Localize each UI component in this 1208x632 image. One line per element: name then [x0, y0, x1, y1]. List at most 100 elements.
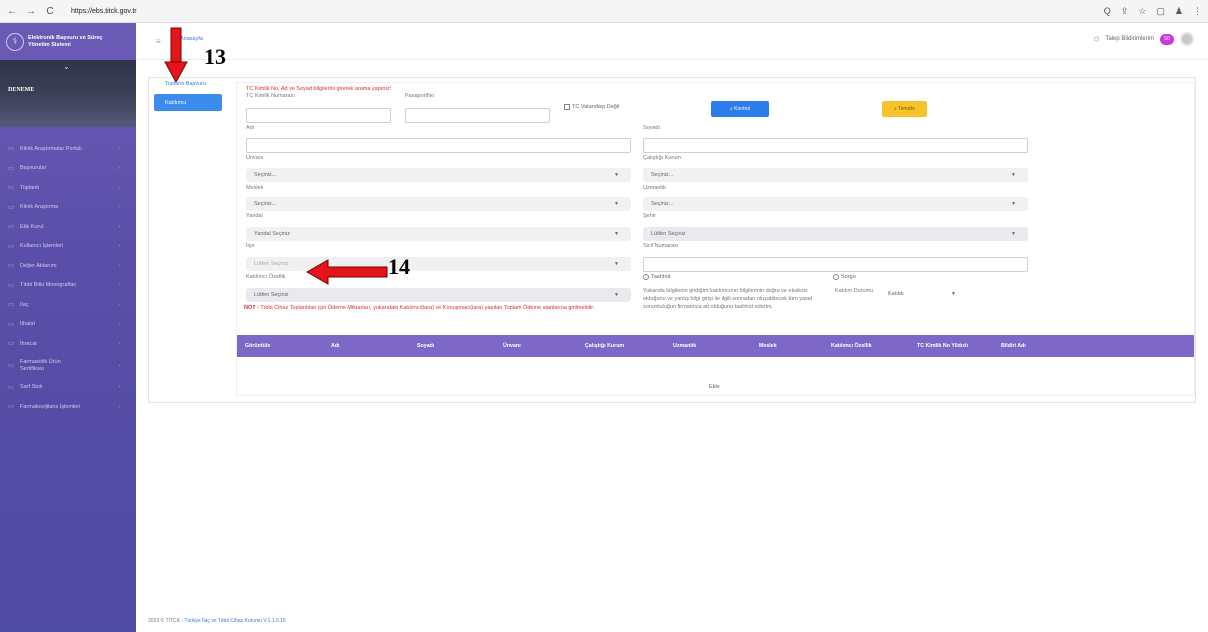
payment-notice: NOT : Tıbbi Cihaz Toplantıları için Ödem… [244, 305, 595, 311]
chevron-right-icon: › [118, 301, 120, 308]
surname-input[interactable] [643, 138, 1028, 153]
query-radio[interactable]: Sorgu [833, 274, 856, 280]
profile-icon[interactable]: ♟ [1175, 6, 1183, 17]
chevron-right-icon: › [118, 262, 120, 269]
folder-icon: ▭ [8, 384, 14, 391]
sidebar-item-ithalat[interactable]: ▭ İthalat › [0, 315, 136, 335]
add-link[interactable]: Ekle [709, 384, 720, 390]
radio-icon [833, 274, 839, 280]
annotation-13: 13 [204, 44, 226, 69]
sidebar-item-farmasotik[interactable]: ▭ Farmasötik Ürün Sertifikası › [0, 354, 136, 378]
registry-label: Sicil Numarası [643, 243, 679, 249]
sidebar-item-deger-aktarimi[interactable]: ▭ Değer Aktarımı › [0, 256, 136, 276]
tc-input[interactable] [246, 108, 391, 123]
commitment-radio[interactable]: Taahhüt [643, 274, 671, 280]
search-warning: TC Kimlik No, Ad ve Soyad bilgilerini gi… [246, 86, 392, 92]
not-citizen-checkbox[interactable]: TC Vatandaşı Değil [564, 104, 619, 110]
col-view: Görüntüle [245, 343, 271, 349]
request-notifications-link[interactable]: Talep Bildirimlerim [1105, 36, 1154, 42]
institution-select[interactable]: Seçiniz... ▼ [643, 168, 1028, 182]
browser-actions: Q ⇪ ☆ ▢ ♟ ⋮ [1104, 6, 1202, 17]
col-surname: Soyadı [417, 343, 435, 349]
reload-icon[interactable]: C [43, 6, 57, 17]
brand-title: Elektronik Başvuru ve Süreç Yönetim Sist… [28, 34, 103, 48]
chevron-right-icon: › [118, 204, 120, 211]
chevron-right-icon: › [118, 184, 120, 191]
sidebar-menu: ▭ Klinik Araştırmalar Portalı › ▭ Başvurula… [0, 139, 136, 417]
back-icon[interactable]: ← [5, 6, 19, 17]
sidebar-item-kullanici[interactable]: ▭ Kullanıcı İşlemleri › [0, 237, 136, 257]
forward-icon[interactable]: → [24, 6, 38, 17]
tab-icon[interactable]: ▢ [1156, 6, 1165, 17]
address-bar[interactable]: https://ebs.titck.gov.tr [71, 8, 137, 15]
sidebar-item-klinik-portal[interactable]: ▭ Klinik Araştırmalar Portalı › [0, 139, 136, 159]
city-label: Şehir [643, 213, 656, 219]
district-select[interactable]: Lütfen Seçiniz ▼ [246, 257, 631, 271]
zoom-icon[interactable]: Q [1104, 6, 1111, 17]
chevron-right-icon: › [118, 243, 120, 250]
tag-icon: ⬡ [1094, 36, 1100, 43]
chevron-right-icon: › [118, 403, 120, 410]
chevron-down-icon[interactable]: ⌄ [63, 62, 70, 71]
clear-button[interactable]: ⌕ Temizle [882, 101, 927, 117]
participation-status-select[interactable]: Katıldı ▼ [880, 287, 968, 301]
folder-icon: ▭ [8, 146, 14, 153]
chevron-right-icon: › [118, 223, 120, 230]
star-icon[interactable]: ☆ [1138, 6, 1146, 17]
brand[interactable]: ⚕ Elektronik Başvuru ve Süreç Yönetim Si… [0, 23, 136, 60]
district-label: İlçe [246, 243, 255, 249]
menu-icon[interactable]: ⋮ [1193, 6, 1202, 17]
sidebar-item-sarf-stok[interactable]: ▭ Sarf Stok › [0, 378, 136, 398]
sidebar-item-klinik-arastirma[interactable]: ▭ Klinik Araştırma › [0, 198, 136, 218]
sidebar-item-farmakovijilans[interactable]: ▭ Farmakovijilans İşlemleri › [0, 397, 136, 417]
folder-icon: ▭ [8, 243, 14, 250]
col-paper-name: Bildiri Adı [1001, 343, 1026, 349]
registry-input[interactable] [643, 257, 1028, 272]
tab-katilimci[interactable]: Katılımcı [154, 94, 222, 111]
col-name: Adı [331, 343, 340, 349]
col-specialty: Uzmanlık [673, 343, 697, 349]
sub-specialty-select[interactable]: Yandal Seçiniz ▼ [246, 227, 631, 241]
sidebar-item-basvurular[interactable]: ▭ Başvurular › [0, 159, 136, 179]
sidebar-item-bitki-monograf[interactable]: ▭ Tıbbi Bitki Monografları › [0, 276, 136, 296]
chevron-right-icon: › [118, 282, 120, 289]
caret-down-icon: ▼ [614, 172, 619, 178]
folder-icon: ▭ [8, 302, 14, 309]
sidebar-item-toplanti[interactable]: ▭ Toplantı › [0, 178, 136, 198]
folder-icon: ▭ [8, 165, 14, 172]
left-arrow-annotation-icon [306, 259, 388, 285]
specialty-label: Uzmanlık [643, 185, 666, 191]
col-participant-feature: Katılımcı Özellik [831, 343, 872, 349]
chevron-right-icon: › [118, 321, 120, 328]
down-arrow-annotation-icon [164, 27, 188, 83]
chevron-right-icon: › [118, 384, 120, 391]
avatar[interactable] [1180, 32, 1194, 46]
sidebar-item-ilac[interactable]: ▭ İlaç › [0, 295, 136, 315]
sidebar-item-ihracat[interactable]: ▭ İhracat › [0, 334, 136, 354]
chevron-right-icon: › [118, 145, 120, 152]
name-input[interactable] [246, 138, 631, 153]
profession-select[interactable]: Seçiniz... ▼ [246, 197, 631, 211]
folder-icon: ▭ [8, 282, 14, 289]
sidebar-item-etik-kurul[interactable]: ▭ Etik Kurul › [0, 217, 136, 237]
control-button[interactable]: ⌕ Kontrol [711, 101, 769, 117]
passport-input[interactable] [405, 108, 550, 123]
specialty-select[interactable]: Seçiniz... ▼ [643, 197, 1028, 211]
caret-down-icon: ▼ [1011, 172, 1016, 178]
browser-toolbar: ← → C https://ebs.titck.gov.tr Q ⇪ ☆ ▢ ♟… [0, 0, 1208, 23]
city-select[interactable]: Lütfen Seçiniz ▼ [643, 227, 1028, 241]
radio-icon [643, 274, 649, 280]
institution-label: Çalıştığı Kurum [643, 155, 681, 161]
share-icon[interactable]: ⇪ [1121, 6, 1129, 17]
caret-down-icon: ▼ [614, 201, 619, 207]
participant-feature-select[interactable]: Lütfen Seçiniz ▼ [246, 288, 631, 302]
caret-down-icon: ▼ [1011, 231, 1016, 237]
folder-icon: ▭ [8, 263, 14, 270]
footer-link[interactable]: Türkiye İlaç ve Tıbbi Cihaz Kurumu V.1.1… [184, 618, 285, 624]
notification-badge[interactable]: 50 [1160, 33, 1174, 45]
annotation-14: 14 [388, 254, 410, 279]
hamburger-menu-icon[interactable]: ≡ [156, 37, 161, 46]
passport-label: PasaportNo [405, 93, 435, 99]
title-select[interactable]: Seçiniz... ▼ [246, 168, 631, 182]
header-actions: ⬡ Talep Bildirimlerim 50 [1094, 32, 1194, 46]
